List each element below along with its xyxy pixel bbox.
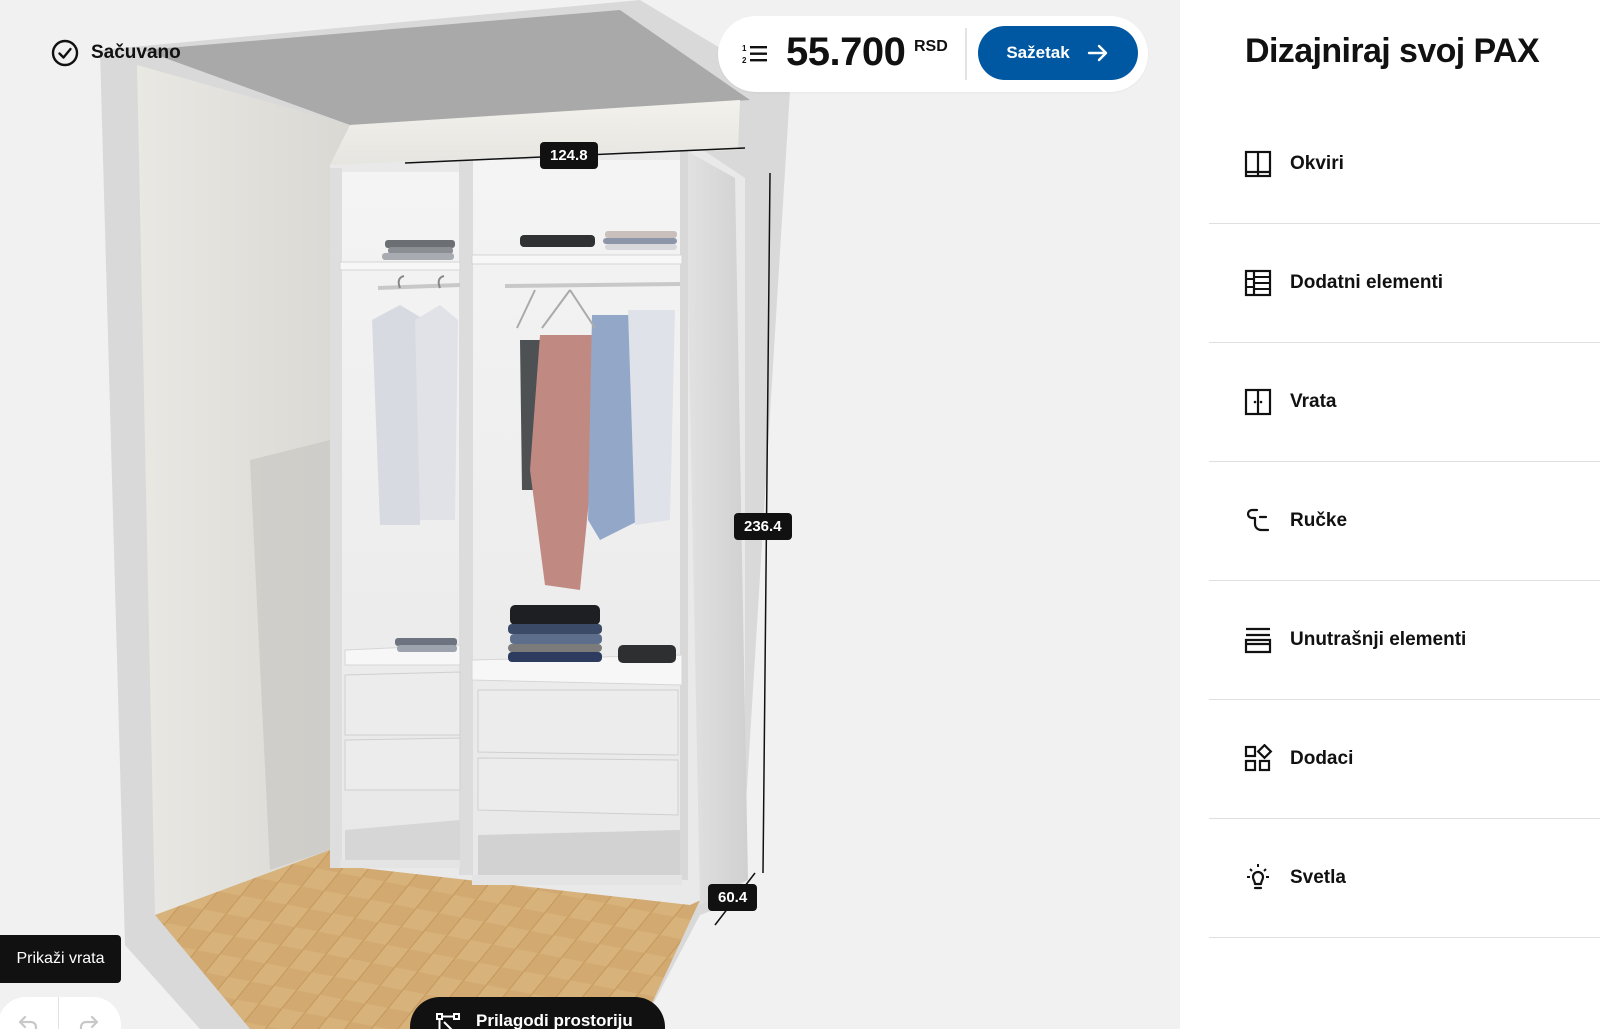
adjust-room-button[interactable]: Prilagodi prostoriju bbox=[410, 997, 665, 1029]
interior-elements-icon bbox=[1244, 627, 1272, 654]
menu-item-frames[interactable]: Okviri bbox=[1209, 105, 1600, 224]
menu-item-interior-elements[interactable]: Unutrašnji elementi bbox=[1209, 581, 1600, 700]
frames-icon bbox=[1244, 150, 1272, 178]
folded-clothes-top-left bbox=[382, 240, 455, 260]
wardrobe-3d-viewport[interactable]: Sačuvano 1 2 55.700 RSD Sažetak 124.8 23… bbox=[0, 0, 1180, 1029]
undo-icon bbox=[18, 1015, 38, 1029]
lights-icon bbox=[1247, 864, 1269, 890]
menu-item-doors[interactable]: Vrata bbox=[1209, 343, 1600, 462]
redo-icon bbox=[79, 1015, 99, 1029]
height-dimension-label[interactable]: 236.4 bbox=[734, 513, 792, 540]
saved-label: Sačuvano bbox=[91, 42, 181, 63]
panel-title: Dizajniraj svoj PAX bbox=[1245, 32, 1540, 70]
menu-item-label: Unutrašnji elementi bbox=[1290, 629, 1467, 650]
configurator-panel: Dizajniraj svoj PAX Okviri Dodatni eleme… bbox=[1180, 0, 1600, 1029]
width-dimension-label[interactable]: 124.8 bbox=[540, 142, 598, 169]
configurator-menu: Okviri Dodatni elementi Vrata Ručke Unut… bbox=[1209, 105, 1600, 938]
accessories-icon bbox=[1244, 744, 1273, 772]
currency-label: RSD bbox=[914, 38, 948, 55]
undo-redo-controls bbox=[0, 997, 121, 1029]
menu-item-label: Okviri bbox=[1290, 153, 1344, 174]
redo-button[interactable] bbox=[59, 1011, 119, 1029]
list-icon[interactable]: 1 2 bbox=[742, 42, 768, 66]
menu-item-accessories[interactable]: Dodaci bbox=[1209, 700, 1600, 819]
additional-elements-icon bbox=[1244, 269, 1272, 297]
svg-text:1: 1 bbox=[742, 44, 747, 53]
menu-item-label: Svetla bbox=[1290, 867, 1346, 888]
menu-item-handles[interactable]: Ručke bbox=[1209, 462, 1600, 581]
adjust-room-label: Prilagodi prostoriju bbox=[476, 1011, 633, 1029]
total-price: 55.700 bbox=[786, 30, 906, 74]
price-summary-bar: 1 2 55.700 RSD Sažetak bbox=[718, 16, 1148, 92]
menu-item-label: Dodaci bbox=[1290, 748, 1354, 769]
summary-button-label: Sažetak bbox=[1006, 43, 1070, 62]
depth-dimension-label[interactable]: 60.4 bbox=[708, 884, 758, 911]
summary-button[interactable]: Sažetak bbox=[978, 26, 1138, 80]
arrow-right-icon bbox=[1087, 44, 1107, 62]
menu-item-label: Ručke bbox=[1290, 510, 1348, 531]
saved-status: Sačuvano bbox=[51, 39, 181, 67]
undo-button[interactable] bbox=[0, 1011, 58, 1029]
divider bbox=[965, 28, 967, 80]
handles-icon bbox=[1246, 508, 1270, 532]
menu-item-label: Dodatni elementi bbox=[1290, 272, 1444, 293]
menu-item-additional-elements[interactable]: Dodatni elementi bbox=[1209, 224, 1600, 343]
svg-text:2: 2 bbox=[742, 56, 747, 65]
doors-icon bbox=[1244, 388, 1272, 416]
menu-item-lights[interactable]: Svetla bbox=[1209, 819, 1600, 938]
room-dimensions-icon bbox=[436, 1013, 460, 1029]
menu-item-label: Vrata bbox=[1290, 391, 1337, 412]
show-doors-button[interactable]: Prikaži vrata bbox=[0, 935, 121, 983]
check-circle-icon bbox=[51, 39, 79, 67]
show-doors-label: Prikaži vrata bbox=[16, 950, 105, 967]
